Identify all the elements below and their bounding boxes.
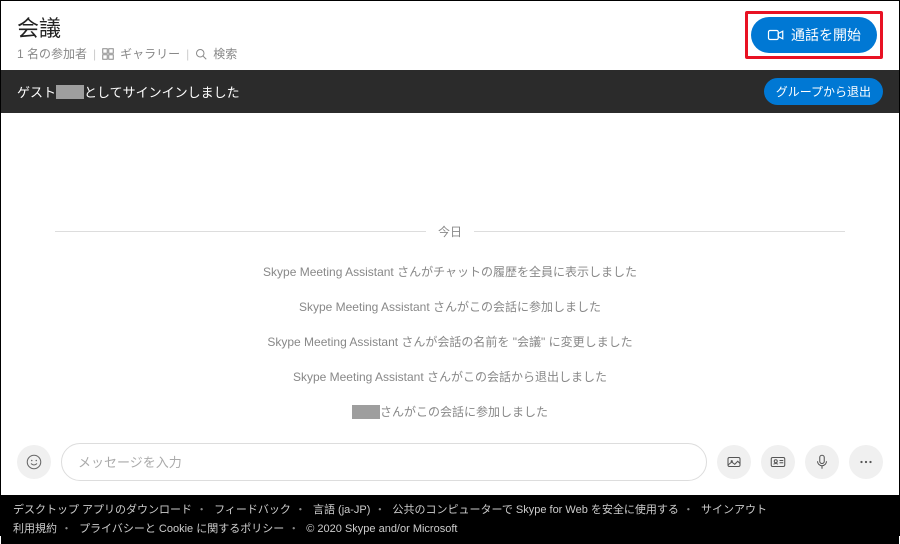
header-subline: 1 名の参加者 | ギャラリー | 検索 bbox=[17, 45, 237, 62]
system-message-suffix: さんがこの会話に参加しました bbox=[380, 403, 548, 420]
signin-bar: ゲスト としてサインインしました グループから退出 bbox=[1, 70, 899, 113]
guest-suffix: としてサインインしました bbox=[84, 82, 240, 101]
more-button[interactable] bbox=[849, 445, 883, 479]
header: 会議 1 名の参加者 | ギャラリー | 検索 通話を開始 bbox=[1, 1, 899, 70]
footer-link[interactable]: デスクトップ アプリのダウンロード bbox=[13, 504, 192, 516]
microphone-button[interactable] bbox=[805, 445, 839, 479]
system-message: Skype Meeting Assistant さんが会話の名前を "会議" に… bbox=[267, 333, 632, 350]
video-icon bbox=[767, 26, 785, 44]
highlight-annotation: 通話を開始 bbox=[745, 11, 883, 59]
footer: デスクトップ アプリのダウンロード・ フィードバック・ 言語 (ja-JP)・ … bbox=[1, 495, 899, 544]
composer bbox=[1, 435, 899, 495]
start-call-button[interactable]: 通話を開始 bbox=[751, 17, 877, 53]
footer-link[interactable]: 利用規約 bbox=[13, 523, 57, 535]
leave-group-button[interactable]: グループから退出 bbox=[764, 78, 883, 105]
participant-count[interactable]: 1 名の参加者 bbox=[17, 45, 87, 62]
redacted-name bbox=[56, 85, 84, 99]
date-divider: 今日 bbox=[55, 223, 845, 240]
start-call-label: 通話を開始 bbox=[791, 25, 861, 45]
search-link[interactable]: 検索 bbox=[213, 45, 237, 62]
emoji-button[interactable] bbox=[17, 445, 51, 479]
page-title: 会議 bbox=[17, 11, 237, 43]
system-message: Skype Meeting Assistant さんがこの会話から退出しました bbox=[293, 368, 607, 385]
attach-media-button[interactable] bbox=[717, 445, 751, 479]
system-message: Skype Meeting Assistant さんがチャットの履歴を全員に表示… bbox=[263, 263, 637, 280]
footer-link[interactable]: 言語 (ja-JP) bbox=[313, 504, 370, 516]
footer-link[interactable]: 公共のコンピューターで Skype for Web を安全に使用する bbox=[392, 504, 678, 516]
search-icon bbox=[195, 48, 207, 60]
gallery-icon bbox=[102, 48, 114, 60]
date-label: 今日 bbox=[426, 223, 474, 240]
copyright: © 2020 Skype and/or Microsoft bbox=[306, 523, 457, 535]
redacted-name bbox=[352, 405, 380, 419]
footer-link[interactable]: サインアウト bbox=[701, 504, 767, 516]
footer-link[interactable]: プライバシーと Cookie に関するポリシー bbox=[79, 523, 284, 535]
system-message: Skype Meeting Assistant さんがこの会話に参加しました bbox=[299, 298, 601, 315]
system-message: さんがこの会話に参加しました bbox=[352, 403, 548, 420]
gallery-link[interactable]: ギャラリー bbox=[120, 45, 180, 62]
contact-card-button[interactable] bbox=[761, 445, 795, 479]
message-input[interactable] bbox=[61, 443, 707, 481]
guest-prefix: ゲスト bbox=[17, 82, 56, 101]
footer-link[interactable]: フィードバック bbox=[214, 504, 291, 516]
chat-content: 今日 Skype Meeting Assistant さんがチャットの履歴を全員… bbox=[1, 113, 899, 435]
